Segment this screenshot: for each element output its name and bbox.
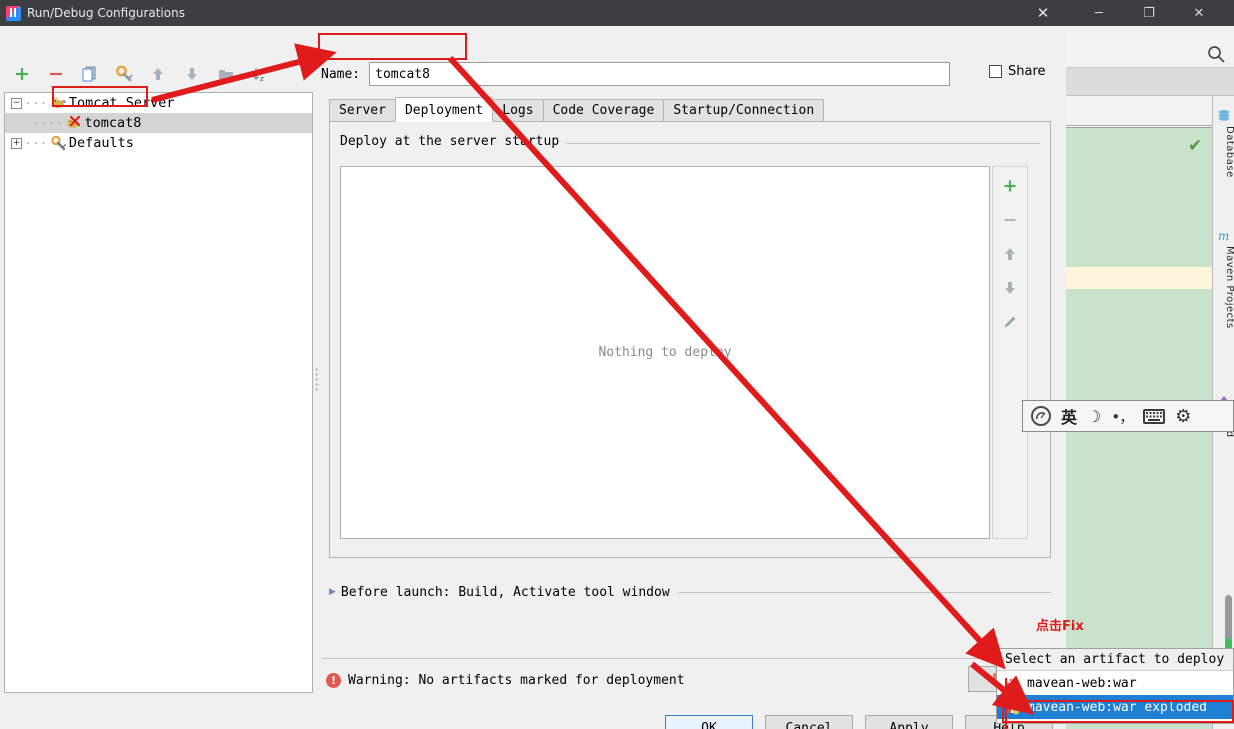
apply-button[interactable]: Apply xyxy=(865,715,953,729)
configurations-tree[interactable]: − ··· Tomcat Server xyxy=(4,92,313,693)
wrench-gear-icon xyxy=(50,135,66,151)
empty-list-text: Nothing to deploy xyxy=(598,345,731,360)
before-launch-divider xyxy=(678,592,1051,593)
add-configuration-button[interactable] xyxy=(8,61,36,87)
sort-az-icon[interactable]: a z xyxy=(246,61,274,87)
deployment-panel: Deploy at the server startup Nothing to … xyxy=(329,121,1051,558)
tab-deployment[interactable]: Deployment xyxy=(395,97,493,122)
error-circle-icon: ! xyxy=(326,673,341,688)
splitter-grip[interactable] xyxy=(315,367,319,393)
tree-toggle-icon[interactable]: − xyxy=(11,98,22,109)
tree-connector: ···· xyxy=(33,117,64,130)
chevron-right-icon[interactable]: ▶ xyxy=(329,587,336,597)
footer-divider xyxy=(321,658,1059,659)
checkbox-icon[interactable] xyxy=(989,65,1002,78)
tomcat-error-icon xyxy=(66,115,82,131)
annotation-rect-name-field xyxy=(318,33,467,60)
ide-editor-tab-row xyxy=(1066,96,1212,126)
pencil-icon[interactable] xyxy=(997,311,1023,333)
before-launch-label: Before launch: Build, Activate tool wind… xyxy=(341,585,670,600)
sidebar-item-maven-projects[interactable]: Maven Projects xyxy=(1213,246,1234,329)
configurations-toolbar: a z xyxy=(0,58,313,90)
configuration-name-row: Name: xyxy=(321,62,961,86)
annotation-rect-war-exploded xyxy=(1002,700,1234,723)
close-window-button[interactable]: ✕ xyxy=(1176,0,1222,26)
configuration-tabs: Server Deployment Logs Code Coverage Sta… xyxy=(329,98,1051,121)
tree-connector: ··· xyxy=(25,137,48,150)
maven-m-icon: m xyxy=(1217,228,1231,242)
cancel-button[interactable]: Cancel xyxy=(765,715,853,729)
minimize-window-button[interactable]: ─ xyxy=(1076,0,1122,26)
name-label: Name: xyxy=(321,67,360,82)
tree-item-label: Defaults xyxy=(69,135,134,151)
popup-item-war[interactable]: mavean-web:war xyxy=(997,671,1233,695)
night-mode-icon[interactable]: ☽ xyxy=(1087,407,1101,426)
tab-code-coverage[interactable]: Code Coverage xyxy=(543,99,665,121)
warning-text: Warning: No artifacts marked for deploym… xyxy=(348,673,685,688)
before-launch-section[interactable]: ▶ Before launch: Build, Activate tool wi… xyxy=(329,582,1051,602)
copy-icon[interactable] xyxy=(76,61,104,87)
intellij-idea-icon xyxy=(6,6,21,21)
popup-header: Select an artifact to deploy xyxy=(997,649,1233,671)
tab-startup-connection[interactable]: Startup/Connection xyxy=(663,99,824,121)
remove-artifact-button[interactable] xyxy=(997,209,1023,231)
share-checkbox[interactable]: Share xyxy=(989,64,1046,79)
svg-text:z: z xyxy=(260,75,264,83)
tree-item-label: tomcat8 xyxy=(85,115,142,131)
arrow-down-icon[interactable] xyxy=(178,61,206,87)
svg-text:a: a xyxy=(260,67,264,75)
tree-connector: ··· xyxy=(25,97,48,110)
punctuation-mode-icon[interactable]: •， xyxy=(1111,406,1133,427)
tree-toggle-icon[interactable]: + xyxy=(11,138,22,149)
move-artifact-up-button[interactable] xyxy=(997,243,1023,265)
tab-server[interactable]: Server xyxy=(329,99,396,121)
soft-keyboard-icon[interactable] xyxy=(1143,409,1165,424)
maximize-window-button[interactable]: ❐ xyxy=(1126,0,1172,26)
arrow-up-icon[interactable] xyxy=(144,61,172,87)
close-icon[interactable]: ✕ xyxy=(1031,0,1055,26)
deploy-group-title: Deploy at the server startup xyxy=(340,134,566,149)
ide-navigation-bar xyxy=(1066,68,1234,96)
warning-message: ! Warning: No artifacts marked for deplo… xyxy=(326,673,685,688)
popup-item-label: mavean-web:war xyxy=(1027,676,1137,691)
dialog-title: Run/Debug Configurations xyxy=(27,6,185,20)
ime-floating-toolbar: 英 ☽ •， ⚙ xyxy=(1022,400,1234,432)
remove-configuration-button[interactable] xyxy=(42,61,70,87)
database-icon xyxy=(1217,108,1231,122)
ide-editor-highlight-line xyxy=(1066,267,1212,289)
dialog-body: a z − ··· xyxy=(0,26,1066,729)
gear-wrench-icon[interactable] xyxy=(110,61,138,87)
tree-item-defaults[interactable]: + ··· Defaults xyxy=(5,133,312,153)
deployment-list-toolbar xyxy=(992,166,1028,539)
artifact-icon xyxy=(1005,676,1020,691)
move-artifact-down-button[interactable] xyxy=(997,277,1023,299)
green-check-icon: ✔ xyxy=(1188,136,1202,156)
dialog-button-bar: OK Cancel Apply Help xyxy=(665,715,1053,729)
sogou-logo-icon[interactable] xyxy=(1031,406,1051,426)
sidebar-item-database[interactable]: Database xyxy=(1213,126,1234,178)
add-artifact-button[interactable] xyxy=(997,175,1023,197)
folder-icon[interactable] xyxy=(212,61,240,87)
tree-item-tomcat8[interactable]: ···· tomcat8 xyxy=(5,113,312,133)
run-debug-configurations-dialog: Run/Debug Configurations ✕ xyxy=(0,0,1066,729)
annotation-rect-tomcat8 xyxy=(52,86,148,107)
dialog-title-bar: Run/Debug Configurations xyxy=(0,0,1066,26)
tab-logs[interactable]: Logs xyxy=(492,99,543,121)
panel-splitter[interactable] xyxy=(313,92,321,693)
ime-settings-gear-icon[interactable]: ⚙ xyxy=(1175,406,1191,427)
name-input[interactable] xyxy=(369,62,950,86)
deployment-artifact-list[interactable]: Nothing to deploy xyxy=(340,166,990,539)
ok-button[interactable]: OK xyxy=(665,715,753,729)
input-mode-chinese-english-button[interactable]: 英 xyxy=(1061,404,1077,428)
share-label: Share xyxy=(1008,64,1046,79)
search-icon[interactable] xyxy=(1206,44,1226,64)
svg-text:m: m xyxy=(1218,229,1229,243)
annotation-fix-note: 点击Fix xyxy=(1036,615,1084,634)
